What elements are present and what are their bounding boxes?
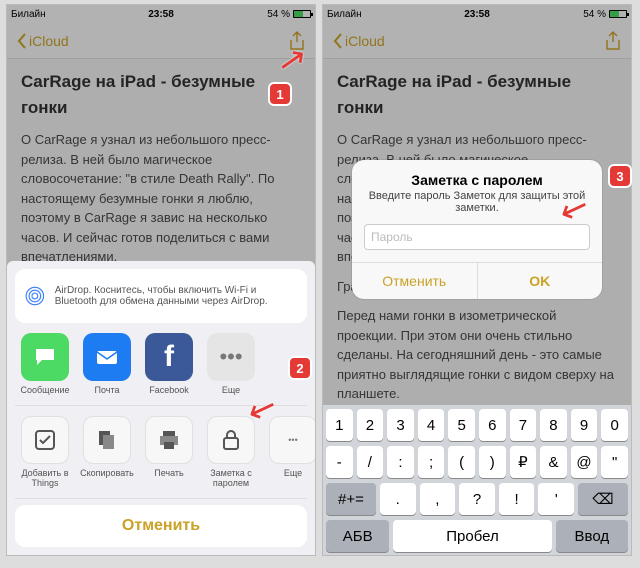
key[interactable]: 8 xyxy=(540,409,567,441)
key[interactable]: ) xyxy=(479,446,506,478)
key[interactable]: , xyxy=(420,483,456,515)
kb-row-2: -/:;()₽&@" xyxy=(326,446,628,478)
app-messages[interactable]: Сообщение xyxy=(17,333,73,395)
airdrop-icon xyxy=(25,279,45,313)
keyboard: 1234567890 -/:;()₽&@" #+=.,?!'⌫ АБВ Проб… xyxy=(323,405,631,555)
kb-row-1: 1234567890 xyxy=(326,409,628,441)
airdrop-row[interactable]: AirDrop. Коснитесь, чтобы включить Wi-Fi… xyxy=(15,269,307,323)
alert-cancel-button[interactable]: Отменить xyxy=(352,263,477,299)
password-alert: Заметка с паролем Введите пароль Заметок… xyxy=(352,160,602,299)
key-backspace[interactable]: ⌫ xyxy=(578,483,628,515)
app-facebook[interactable]: fFacebook xyxy=(141,333,197,395)
app-mail[interactable]: Почта xyxy=(79,333,135,395)
key[interactable]: 9 xyxy=(571,409,598,441)
alert-title: Заметка с паролем xyxy=(352,160,602,190)
app-more[interactable]: •••Еще xyxy=(203,333,259,395)
key[interactable]: 5 xyxy=(448,409,475,441)
key-return[interactable]: Ввод xyxy=(556,520,628,552)
action-more[interactable]: •••Еще xyxy=(265,416,316,488)
callout-2: 2 xyxy=(290,358,310,378)
callout-3: 3 xyxy=(610,166,630,186)
phone-right: Билайн 23:58 54 % iCloud CarRage на iPad… xyxy=(322,4,632,556)
key[interactable]: ! xyxy=(499,483,535,515)
key[interactable]: - xyxy=(326,446,353,478)
key[interactable]: 3 xyxy=(387,409,414,441)
key[interactable]: : xyxy=(387,446,414,478)
key[interactable]: ₽ xyxy=(510,446,537,478)
key[interactable]: ' xyxy=(538,483,574,515)
key[interactable]: ? xyxy=(459,483,495,515)
key-space[interactable]: Пробел xyxy=(393,520,551,552)
kb-row-3: #+=.,?!'⌫ xyxy=(326,483,628,515)
key[interactable]: ; xyxy=(418,446,445,478)
key[interactable]: " xyxy=(601,446,628,478)
password-input[interactable] xyxy=(364,224,590,250)
key[interactable]: ( xyxy=(448,446,475,478)
lock-icon xyxy=(220,428,242,452)
cancel-button[interactable]: Отменить xyxy=(15,505,307,547)
key[interactable]: 6 xyxy=(479,409,506,441)
action-things[interactable]: Добавить в Things xyxy=(17,416,73,488)
action-print[interactable]: Печать xyxy=(141,416,197,488)
key-symbols[interactable]: #+= xyxy=(326,483,376,515)
key[interactable]: 1 xyxy=(326,409,353,441)
action-copy[interactable]: Скопировать xyxy=(79,416,135,488)
callout-1: 1 xyxy=(270,84,290,104)
key[interactable]: & xyxy=(540,446,567,478)
key[interactable]: 0 xyxy=(601,409,628,441)
key-abc[interactable]: АБВ xyxy=(326,520,389,552)
key[interactable]: 7 xyxy=(510,409,537,441)
key[interactable]: @ xyxy=(571,446,598,478)
key[interactable]: / xyxy=(357,446,384,478)
alert-ok-button[interactable]: OK xyxy=(477,263,603,299)
kb-row-4: АБВ Пробел Ввод xyxy=(326,520,628,552)
key[interactable]: 4 xyxy=(418,409,445,441)
key[interactable]: 2 xyxy=(357,409,384,441)
key[interactable]: . xyxy=(380,483,416,515)
